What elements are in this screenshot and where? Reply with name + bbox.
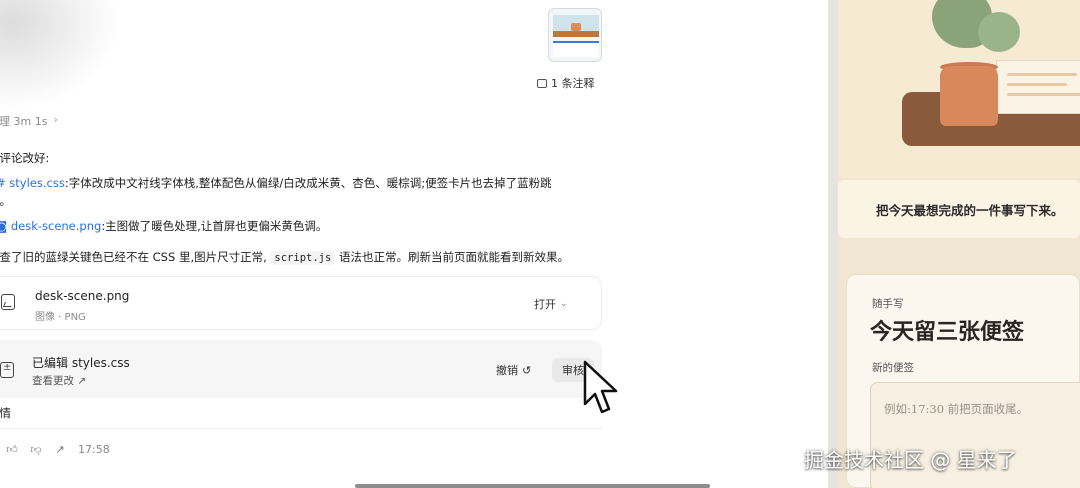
chevron-down-icon: ⌄: [560, 299, 568, 309]
open-label: 打开: [534, 298, 556, 311]
edit-card-styles: 已编辑 styles.css 查看更改 ↗ 撤销 ↺ 审核: [0, 340, 602, 398]
bullet-css: # styles.css:字体改成中文衬线字体栈,整体配色从偏绿/白改成米黄、杏…: [0, 175, 552, 191]
hash-icon: #: [0, 176, 6, 190]
edit-card-title: 已编辑 styles.css: [32, 356, 130, 370]
bullet-css-text: :字体改成中文衬线字体栈,整体配色从偏绿/白改成米黄、杏色、暖棕调;便签卡片也去…: [64, 176, 552, 190]
notes-count-button[interactable]: 1 条注释: [537, 75, 595, 91]
message-timestamp: 17:58: [78, 443, 110, 456]
undo-icon: ↺: [522, 363, 532, 377]
thumbs-up-icon[interactable]: 👍︎: [6, 443, 18, 456]
file-card-type: 图像 · PNG: [35, 312, 86, 323]
notes-count-label: 1 条注释: [551, 77, 595, 90]
message-actions: 👍︎ 👎︎ ↗ 17:58: [6, 443, 110, 456]
paper-line: [1007, 93, 1080, 96]
open-button[interactable]: 打开 ⌄: [524, 293, 578, 315]
bullet-image-text: :主图做了暖色处理,让首屏也更偏米黄色调。: [101, 219, 328, 233]
details-toggle[interactable]: 详情: [0, 405, 11, 421]
file-card-desk-scene[interactable]: desk-scene.png 图像 · PNG 打开 ⌄: [0, 276, 602, 330]
view-changes-link[interactable]: 查看更改 ↗: [32, 373, 86, 388]
styles-css-link[interactable]: styles.css: [9, 176, 65, 190]
new-note-placeholder: 例如:17:30 前把页面收尾。: [884, 402, 1029, 416]
processed-time-toggle[interactable]: 处理 3m 1s ›: [0, 113, 58, 129]
undo-button[interactable]: 撤销 ↺: [496, 362, 531, 378]
paper-note: [996, 60, 1080, 114]
summary-intro: 按评论改好:: [0, 151, 50, 165]
thumbs-down-icon[interactable]: 👎︎: [30, 443, 42, 456]
plant-leaf-small: [978, 12, 1020, 52]
file-card-name: desk-scene.png: [35, 289, 130, 303]
script-js-code: script.js: [270, 251, 336, 265]
image-file-icon: ◙: [0, 219, 8, 233]
comment-icon: [537, 78, 547, 88]
thumbnail-pot: [571, 23, 581, 31]
paper-line: [1007, 73, 1077, 76]
view-changes-label: 查看更改: [32, 375, 74, 387]
plant-pot: [940, 66, 998, 126]
hero-caption: 把今天最想完成的一件事写下来。: [876, 203, 1064, 218]
share-icon[interactable]: ↗: [54, 443, 66, 456]
desk-scene-link[interactable]: desk-scene.png: [11, 219, 101, 233]
bullet-css-cont: 色。: [0, 194, 11, 208]
top-shade: [0, 0, 120, 110]
processed-label: 处理 3m 1s: [0, 115, 48, 128]
notes-kicker: 随手写: [872, 298, 904, 310]
bullet-image: ◙ desk-scene.png:主图做了暖色处理,让首屏也更偏米黄色调。: [0, 218, 327, 234]
chat-panel: 1 条注释 处理 3m 1s › 按评论改好: # styles.css:字体改…: [0, 0, 828, 488]
external-arrow-icon: ↗: [77, 375, 87, 387]
horizontal-scrollbar[interactable]: [355, 484, 710, 488]
paper-line: [1007, 83, 1067, 86]
divider: [0, 428, 602, 429]
check-text-b: 语法也正常。刷新当前页面就能看到新效果。: [338, 250, 569, 264]
thumbnail-card: [553, 41, 599, 57]
thumbnail-desk: [553, 31, 599, 37]
chevron-right-icon: ›: [53, 113, 58, 126]
watermark: 掘金技术社区 @ 星来了: [804, 448, 1017, 472]
preview-edge: [828, 0, 838, 488]
mouse-cursor-icon: [583, 360, 618, 414]
attachment-thumbnail[interactable]: [548, 8, 602, 62]
check-summary: 检查了旧的蓝绿关键色已经不在 CSS 里,图片尺寸正常, script.js 语…: [0, 249, 569, 265]
new-note-label: 新的便签: [872, 362, 914, 374]
notes-title: 今天留三张便签: [870, 319, 1025, 345]
image-icon: [1, 294, 15, 310]
hero-illustration: [838, 0, 1080, 178]
undo-label: 撤销: [496, 364, 518, 377]
check-text-a: 检查了旧的蓝绿关键色已经不在 CSS 里,图片尺寸正常,: [0, 250, 267, 264]
diff-file-icon: [0, 362, 14, 378]
